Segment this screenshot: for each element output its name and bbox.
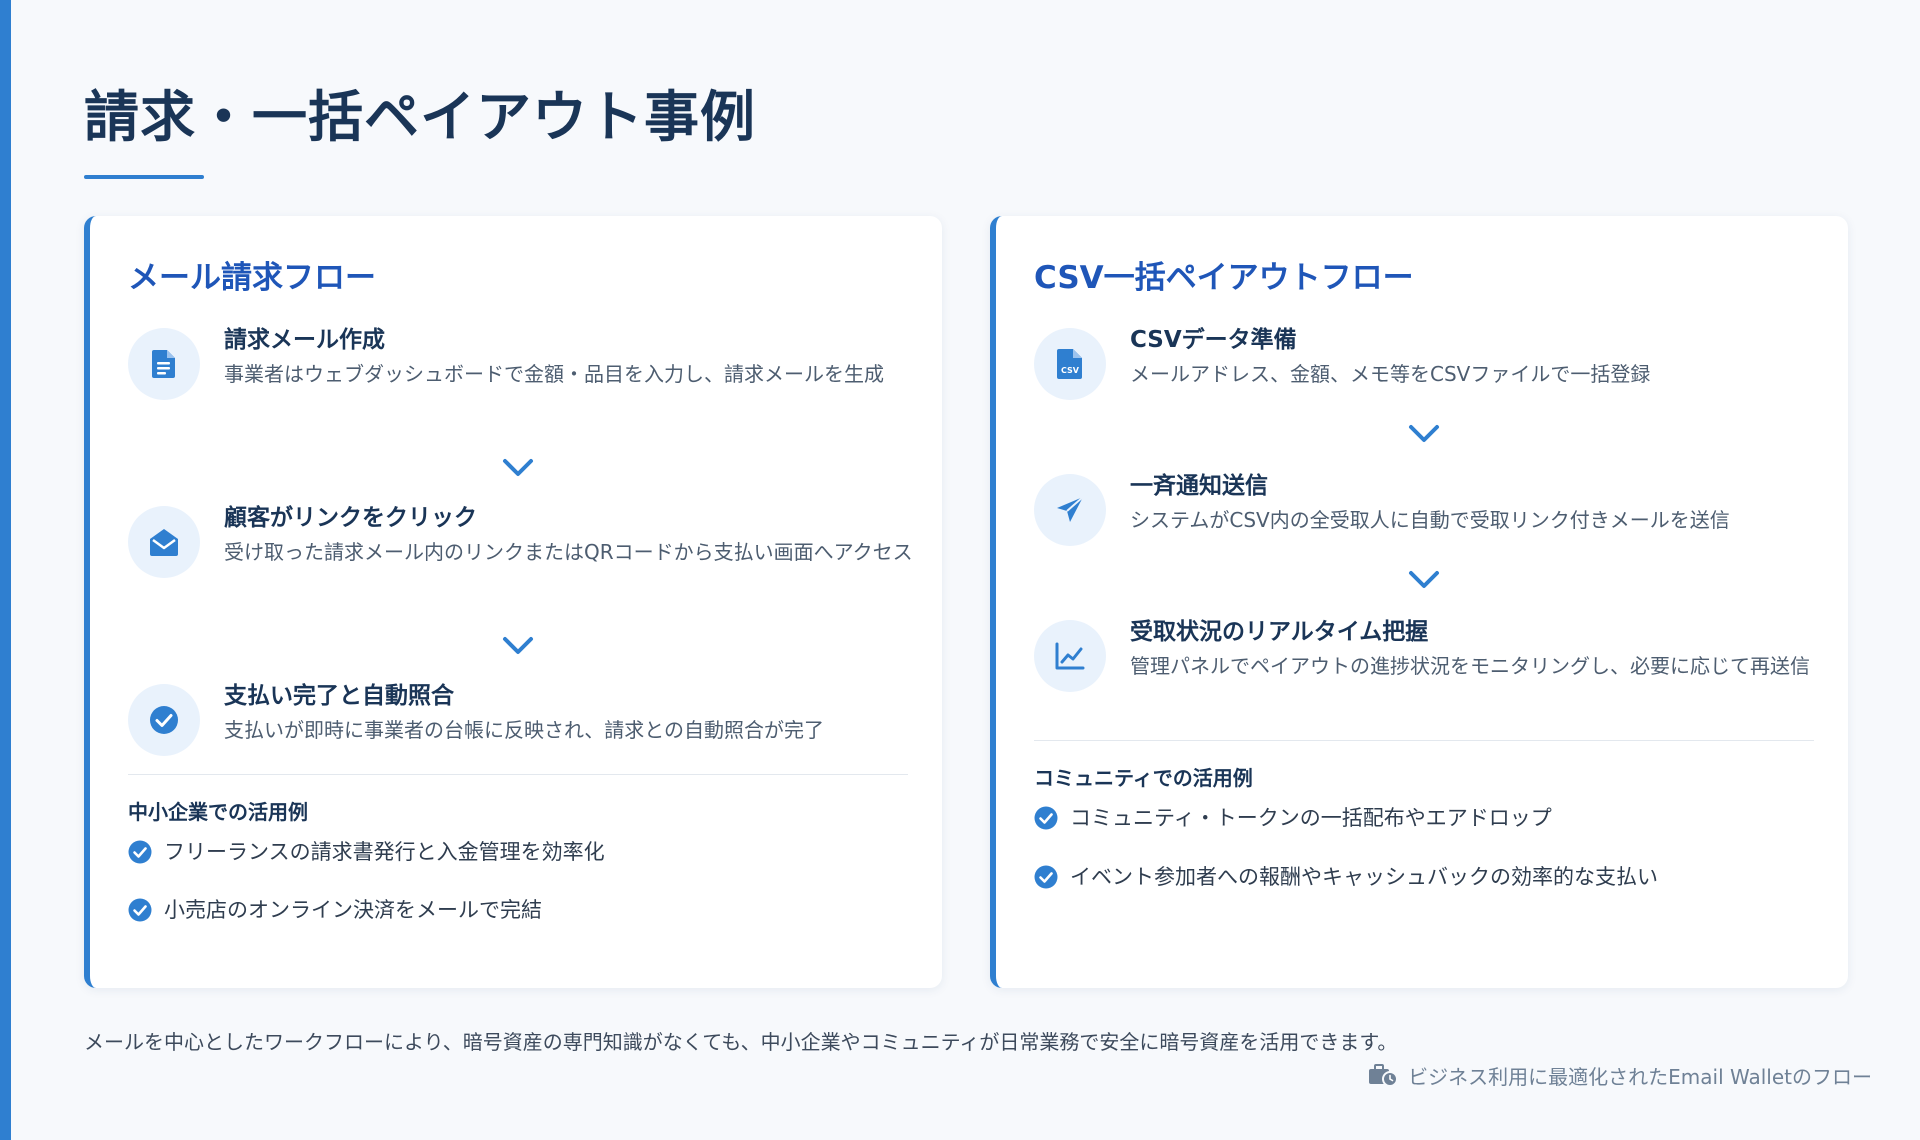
csv-file-icon: CSV [1034,328,1106,400]
footer-note-text: ビジネス利用に最適化されたEmail Walletのフロー [1408,1064,1872,1089]
usecase-item: イベント参加者への報酬やキャッシュバックの効率的な支払い [1034,861,1814,891]
step-title: 支払い完了と自動照合 [224,683,454,709]
check-circle-icon [1034,806,1058,830]
check-circle-icon [128,898,152,922]
usecase-item: コミュニティ・トークンの一括配布やエアドロップ [1034,802,1814,832]
usecase-text: コミュニティ・トークンの一括配布やエアドロップ [1070,806,1552,830]
card-title: メール請求フロー [128,260,376,296]
document-icon [128,328,200,400]
flow-step-realtime-tracking: 受取状況のリアルタイム把握 管理パネルでペイアウトの進捗状況をモニタリングし、必… [1034,612,1824,712]
step-title: 請求メール作成 [224,327,385,353]
check-circle-icon [128,684,200,756]
invoice-flow-card: メール請求フロー 請求メール作成 事業者はウェブダッシュボードで金額・品目を入力… [84,216,942,988]
usecase-title: コミュニティでの活用例 [1034,766,1253,790]
step-description: システムがCSV内の全受取人に自動で受取リンク付きメールを送信 [1130,508,1730,532]
step-title: 一斉通知送信 [1130,473,1268,499]
business-time-icon [1369,1064,1399,1087]
left-accent-stripe [0,0,11,1140]
check-circle-icon [128,840,152,864]
usecase-text: 小売店のオンライン決済をメールで完結 [164,898,542,922]
page-title: 請求・一括ペイアウト事例 [84,85,757,149]
chevron-down-icon [1409,571,1439,588]
usecase-item: 小売店のオンライン決済をメールで完結 [128,894,908,924]
usecase-title: 中小企業での活用例 [128,800,308,824]
step-title: 顧客がリンクをクリック [224,505,477,531]
footer-summary: メールを中心としたワークフローにより、暗号資産の専門知識がなくても、中小企業やコ… [84,1030,1398,1054]
paper-plane-icon [1034,474,1106,546]
chevron-down-icon [503,637,533,654]
divider [128,774,908,775]
step-description: 管理パネルでペイアウトの進捗状況をモニタリングし、必要に応じて再送信 [1130,654,1810,678]
flow-step-customer-click: 顧客がリンクをクリック 受け取った請求メール内のリンクまたはQRコードから支払い… [128,498,918,598]
flow-step-payment-complete: 支払い完了と自動照合 支払いが即時に事業者の台帳に反映され、請求との自動照合が完… [128,676,918,766]
step-description: メールアドレス、金額、メモ等をCSVファイルで一括登録 [1130,362,1651,386]
step-title: CSVデータ準備 [1130,327,1297,353]
open-envelope-icon [128,506,200,578]
card-title: CSV一括ペイアウトフロー [1034,260,1414,296]
step-description: 事業者はウェブダッシュボードで金額・品目を入力し、請求メールを生成 [224,362,884,386]
divider [1034,740,1814,741]
line-chart-icon [1034,620,1106,692]
usecase-text: イベント参加者への報酬やキャッシュバックの効率的な支払い [1070,865,1658,889]
csv-payout-flow-card: CSV一括ペイアウトフロー CSV CSVデータ準備 メールアドレス、金額、メモ… [990,216,1848,988]
chevron-down-icon [503,459,533,476]
chevron-down-icon [1409,425,1439,442]
flow-step-bulk-notify: 一斉通知送信 システムがCSV内の全受取人に自動で受取リンク付きメールを送信 [1034,466,1824,546]
step-description: 受け取った請求メール内のリンクまたはQRコードから支払い画面へアクセス [224,540,913,564]
title-underline [84,175,204,179]
usecase-item: フリーランスの請求書発行と入金管理を効率化 [128,836,908,866]
footer-note: ビジネス利用に最適化されたEmail Walletのフロー [1368,1060,1872,1090]
step-title: 受取状況のリアルタイム把握 [1130,619,1429,645]
flow-step-create-invoice: 請求メール作成 事業者はウェブダッシュボードで金額・品目を入力し、請求メールを生… [128,320,918,420]
step-description: 支払いが即時に事業者の台帳に反映され、請求との自動照合が完了 [224,718,824,742]
flow-step-csv-prepare: CSV CSVデータ準備 メールアドレス、金額、メモ等をCSVファイルで一括登録 [1034,320,1824,400]
check-circle-icon [1034,865,1058,889]
svg-text:CSV: CSV [1061,366,1080,375]
usecase-text: フリーランスの請求書発行と入金管理を効率化 [164,840,605,864]
